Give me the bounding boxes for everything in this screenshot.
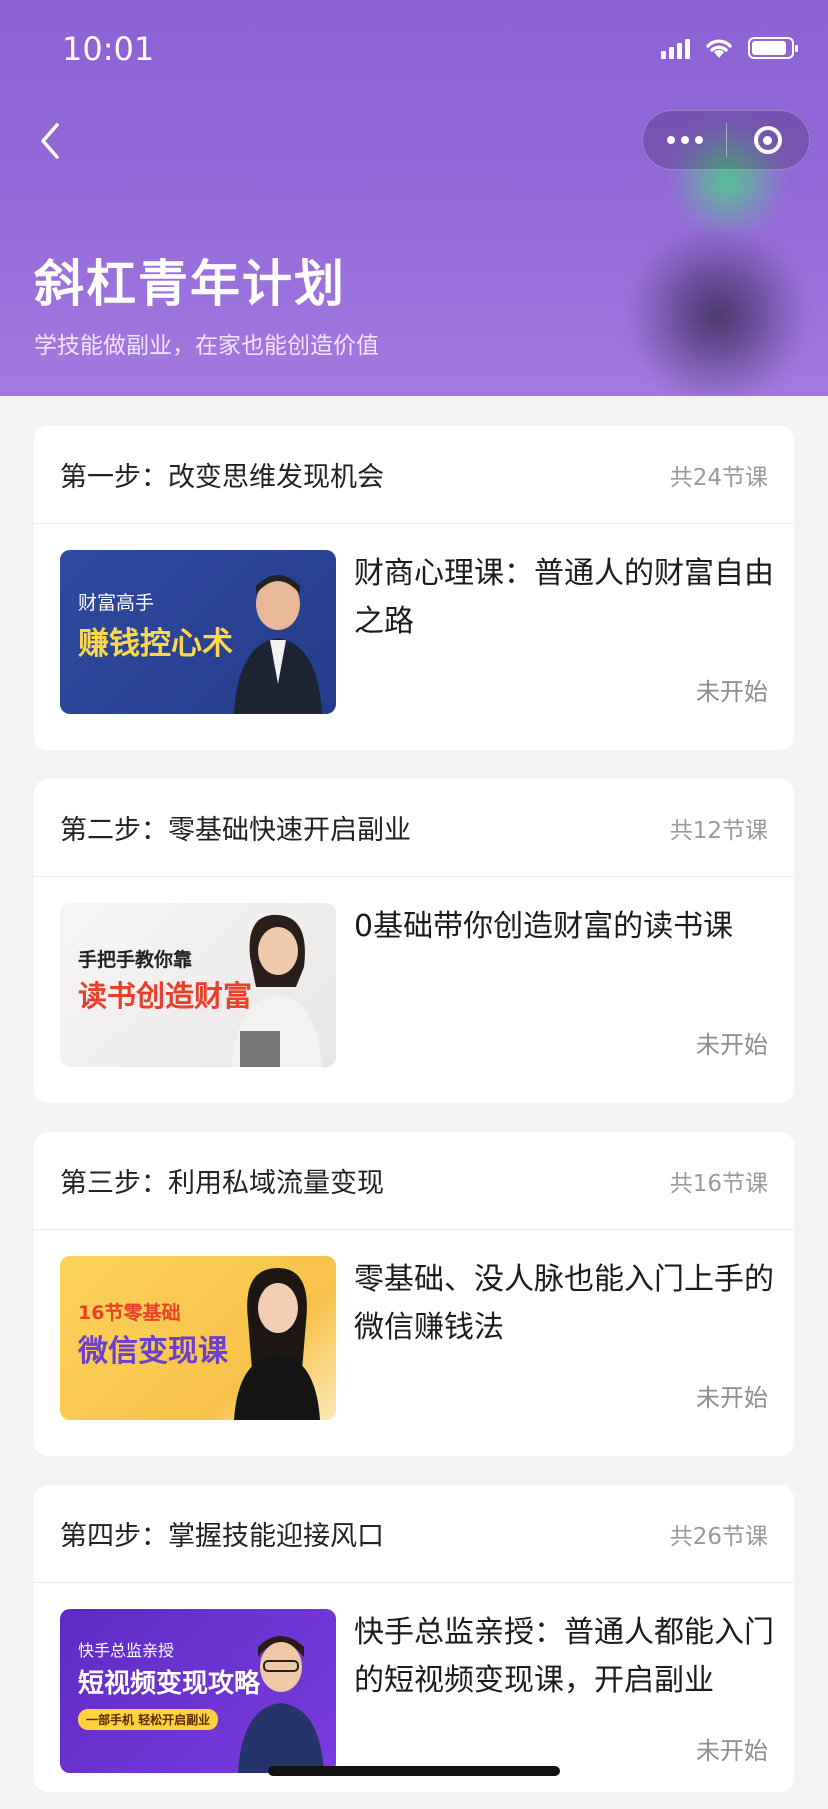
close-target-icon [753, 126, 782, 154]
course-title: 0基础带你创造财富的读书课 [354, 909, 734, 944]
step-header: 第一步：改变思维发现机会 共24节课 [34, 426, 794, 524]
cellular-signal-icon [661, 37, 690, 59]
thumbnail-caption: 快手总监亲授 [78, 1641, 175, 1660]
home-indicator[interactable] [268, 1766, 560, 1776]
course-status: 未开始 [696, 1384, 768, 1412]
wifi-icon [706, 39, 732, 58]
header-decoration [618, 230, 818, 396]
back-button[interactable] [30, 116, 70, 166]
instructor-photo [234, 1268, 320, 1420]
course-status: 未开始 [696, 1737, 768, 1765]
thumbnail-headline: 短视频变现攻略 [78, 1669, 261, 1699]
page-header: 10:01 斜杠青年计划 学技能做副业，在家也能创造价值 [0, 0, 828, 396]
course-title: 财商心理课：普通人的财富自由之路 [354, 556, 774, 639]
status-time: 10:01 [62, 30, 155, 68]
thumbnail-caption: 手把手教你靠 [78, 949, 193, 971]
step-title: 第三步：利用私域流量变现 [60, 1168, 384, 1199]
step-header: 第四步：掌握技能迎接风口 共26节课 [34, 1485, 794, 1583]
course-status: 未开始 [696, 1031, 768, 1059]
course-thumbnail: 财富高手 赚钱控心术 [60, 550, 336, 714]
step-header: 第三步：利用私域流量变现 共16节课 [34, 1132, 794, 1230]
course-item[interactable]: 16节零基础 微信变现课 零基础、没人脉也能入门上手的微信赚钱法 未开始 [34, 1230, 794, 1456]
thumbnail-caption: 16节零基础 [78, 1302, 181, 1324]
course-title: 零基础、没人脉也能入门上手的微信赚钱法 [354, 1262, 774, 1345]
step-card: 第四步：掌握技能迎接风口 共26节课 快手总监亲授 短视频变现攻略 一部手机 轻… [34, 1485, 794, 1792]
thumbnail-headline: 赚钱控心术 [78, 626, 233, 662]
thumbnail-badge: 一部手机 轻松开启副业 [78, 1709, 219, 1730]
course-thumbnail: 快手总监亲授 短视频变现攻略 一部手机 轻松开启副业 [60, 1609, 336, 1773]
lesson-count: 共26节课 [669, 1523, 768, 1550]
course-thumbnail: 手把手教你靠 读书创造财富 [60, 903, 336, 1067]
course-item[interactable]: 财富高手 赚钱控心术 财商心理课：普通人的财富自由之路 未开始 [34, 524, 794, 750]
thumbnail-headline: 微信变现课 [78, 1334, 228, 1369]
thumbnail-caption: 财富高手 [78, 592, 155, 614]
step-title: 第一步：改变思维发现机会 [60, 462, 384, 493]
instructor-photo [234, 575, 322, 714]
close-button[interactable] [727, 111, 809, 169]
course-status: 未开始 [696, 678, 768, 706]
chevron-left-icon [41, 123, 59, 159]
battery-icon [748, 37, 798, 59]
status-icons [661, 36, 798, 60]
more-button[interactable] [643, 111, 726, 169]
step-title: 第二步：零基础快速开启副业 [60, 815, 411, 846]
step-card: 第一步：改变思维发现机会 共24节课 财富高手 赚钱控心术 财商心理课：普通人的… [34, 426, 794, 750]
step-card: 第二步：零基础快速开启副业 共12节课 手把手教你靠 读书创造财富 0基础带你创… [34, 779, 794, 1103]
more-dots-icon [666, 136, 675, 144]
instructor-photo [232, 914, 322, 1067]
step-title: 第四步：掌握技能迎接风口 [60, 1521, 384, 1552]
lesson-count: 共12节课 [669, 817, 768, 844]
lesson-count: 共24节课 [669, 464, 768, 491]
course-title: 快手总监亲授：普通人都能入门的短视频变现课，开启副业 [354, 1615, 774, 1698]
page-title: 斜杠青年计划 [34, 255, 346, 313]
page-subtitle: 学技能做副业，在家也能创造价值 [34, 333, 379, 359]
step-header: 第二步：零基础快速开启副业 共12节课 [34, 779, 794, 877]
course-thumbnail: 16节零基础 微信变现课 [60, 1256, 336, 1420]
mini-program-capsule [642, 110, 810, 170]
instructor-photo [238, 1636, 324, 1773]
step-card: 第三步：利用私域流量变现 共16节课 16节零基础 微信变现课 零基础、没人脉也… [34, 1132, 794, 1456]
course-item[interactable]: 手把手教你靠 读书创造财富 0基础带你创造财富的读书课 未开始 [34, 877, 794, 1103]
lesson-count: 共16节课 [669, 1170, 768, 1197]
